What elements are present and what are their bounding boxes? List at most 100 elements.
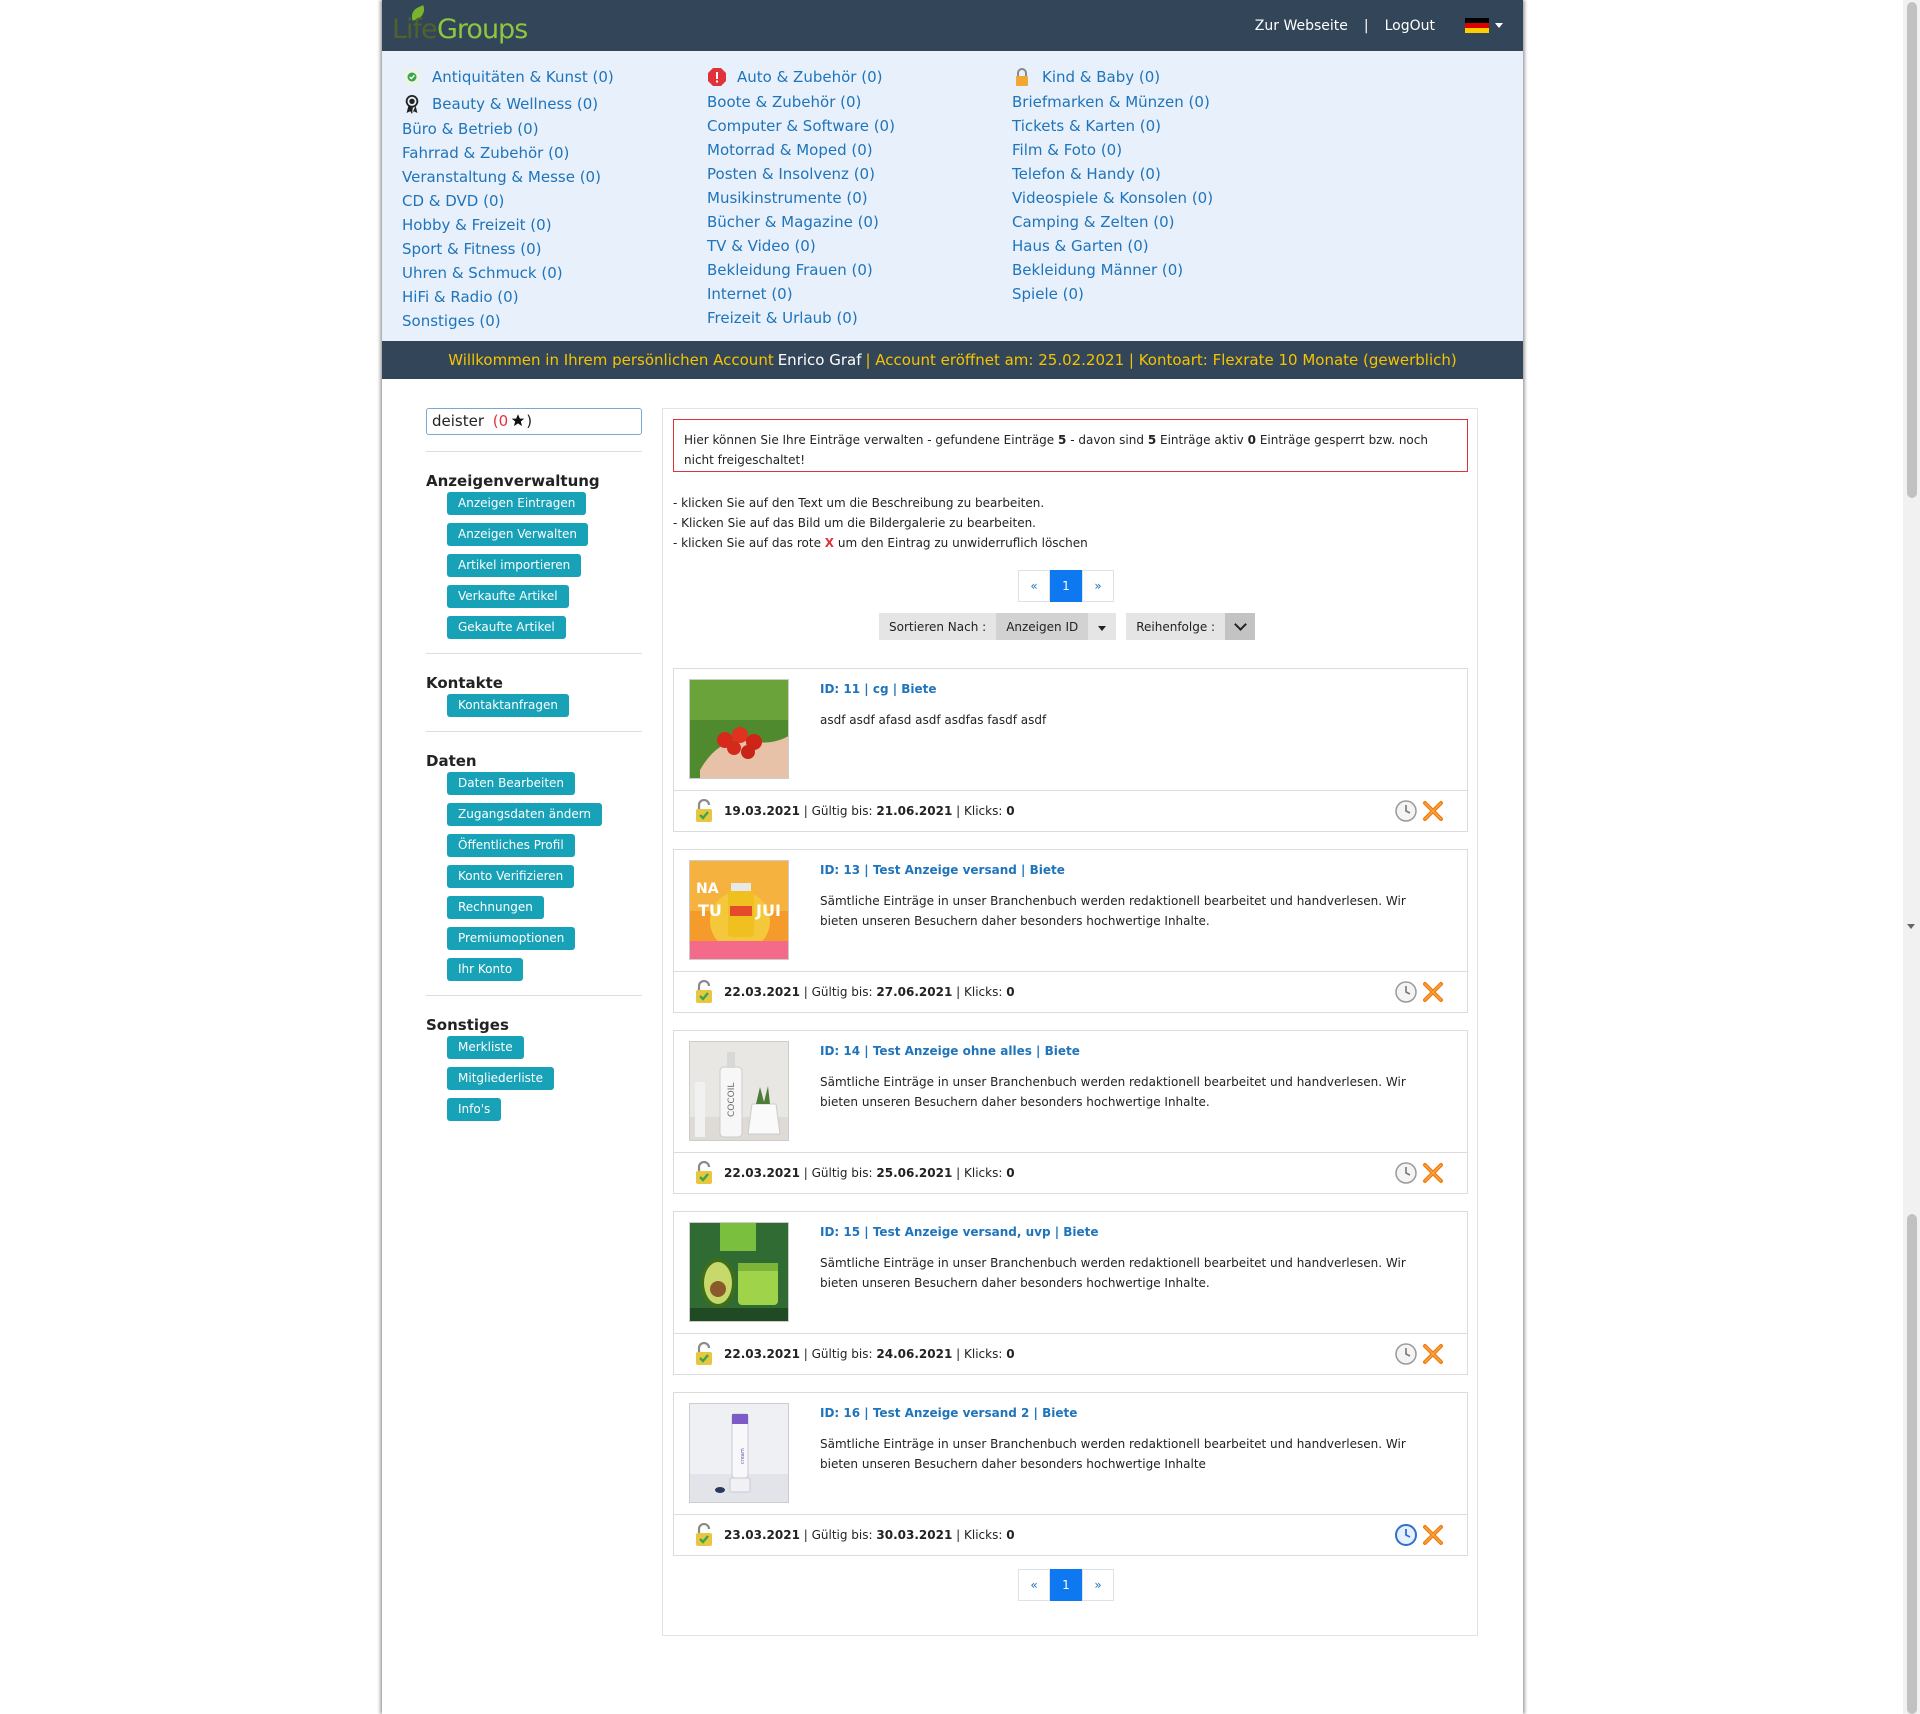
category-link[interactable]: Motorrad & Moped (0) <box>707 138 895 162</box>
scroll-thumb-lower[interactable] <box>1907 1214 1917 1714</box>
clock-icon[interactable] <box>1394 980 1418 1004</box>
sidebar-button[interactable]: Ihr Konto <box>447 958 524 981</box>
category-label: Sonstiges (0) <box>402 312 501 330</box>
category-link[interactable]: CD & DVD (0) <box>402 189 614 213</box>
category-link[interactable]: Film & Foto (0) <box>1012 138 1213 162</box>
delete-x-icon[interactable] <box>1421 799 1445 823</box>
category-link[interactable]: Tickets & Karten (0) <box>1012 114 1213 138</box>
page-prev-button[interactable]: « <box>1018 1569 1050 1601</box>
category-link[interactable]: Musikinstrumente (0) <box>707 186 895 210</box>
listing-description[interactable]: Sämtliche Einträge in unser Branchenbuch… <box>820 891 1440 931</box>
category-link[interactable]: HiFi & Radio (0) <box>402 285 614 309</box>
category-link[interactable]: Büro & Betrieb (0) <box>402 117 614 141</box>
category-link[interactable]: Computer & Software (0) <box>707 114 895 138</box>
listing-thumbnail[interactable]: NA TU JUI <box>689 860 789 960</box>
valid-label: Gültig bis: <box>811 1528 873 1542</box>
website-link[interactable]: Zur Webseite <box>1255 18 1348 34</box>
category-link[interactable]: Boote & Zubehör (0) <box>707 90 895 114</box>
listing-title[interactable]: ID: 11 | cg | Biete <box>820 682 937 696</box>
category-link[interactable]: Sonstiges (0) <box>402 309 614 333</box>
listing-title[interactable]: ID: 13 | Test Anzeige versand | Biete <box>820 863 1065 877</box>
listing-title[interactable]: ID: 15 | Test Anzeige versand, uvp | Bie… <box>820 1225 1099 1239</box>
category-link[interactable]: Telefon & Handy (0) <box>1012 162 1213 186</box>
sidebar-button[interactable]: Öffentliches Profil <box>447 834 575 857</box>
category-label: Boote & Zubehör (0) <box>707 93 862 111</box>
category-label: Tickets & Karten (0) <box>1012 117 1161 135</box>
category-link[interactable]: Camping & Zelten (0) <box>1012 210 1213 234</box>
category-link[interactable]: Bücher & Magazine (0) <box>707 210 895 234</box>
sidebar-button[interactable]: Konto Verifizieren <box>447 865 575 888</box>
category-link[interactable]: Fahrrad & Zubehör (0) <box>402 141 614 165</box>
listing-thumbnail[interactable] <box>689 1222 789 1322</box>
category-link[interactable]: Internet (0) <box>707 282 895 306</box>
page-next-button[interactable]: » <box>1082 1569 1114 1601</box>
pagination-bottom: « 1 » <box>1018 1569 1114 1601</box>
category-link[interactable]: Posten & Insolvenz (0) <box>707 162 895 186</box>
sidebar-button[interactable]: Artikel importieren <box>447 554 582 577</box>
category-link[interactable]: Antiquitäten & Kunst (0) <box>402 63 614 90</box>
delete-x-icon[interactable] <box>1421 980 1445 1004</box>
page-next-button[interactable]: » <box>1082 570 1114 602</box>
german-flag-icon[interactable] <box>1465 17 1489 34</box>
category-link[interactable]: Haus & Garten (0) <box>1012 234 1213 258</box>
clock-icon[interactable] <box>1394 1523 1418 1547</box>
category-link[interactable]: TV & Video (0) <box>707 234 895 258</box>
category-link[interactable]: Beauty & Wellness (0) <box>402 90 614 117</box>
sort-caret-icon[interactable] <box>1088 613 1117 640</box>
sidebar-button[interactable]: Mitgliederliste <box>447 1067 555 1090</box>
sort-select[interactable]: Anzeigen ID <box>996 613 1089 640</box>
sidebar-button[interactable]: Anzeigen Verwalten <box>447 523 589 546</box>
sidebar-button[interactable]: Info's <box>447 1098 502 1121</box>
scroll-down-arrow-icon[interactable] <box>1907 924 1915 929</box>
category-link[interactable]: Sport & Fitness (0) <box>402 237 614 261</box>
delete-x-icon[interactable] <box>1421 1342 1445 1366</box>
sidebar-button[interactable]: Premiumoptionen <box>447 927 576 950</box>
logo[interactable]: Life Groups <box>388 5 528 46</box>
page-prev-button[interactable]: « <box>1018 570 1050 602</box>
category-link[interactable]: Videospiele & Konsolen (0) <box>1012 186 1213 210</box>
sidebar-button[interactable]: Rechnungen <box>447 896 544 919</box>
scroll-thumb[interactable] <box>1907 2 1917 498</box>
sidebar-button[interactable]: Gekaufte Artikel <box>447 616 566 639</box>
chevron-down-icon[interactable] <box>1495 23 1503 28</box>
category-link[interactable]: Veranstaltung & Messe (0) <box>402 165 614 189</box>
category-link[interactable]: Uhren & Schmuck (0) <box>402 261 614 285</box>
category-link[interactable]: Hobby & Freizeit (0) <box>402 213 614 237</box>
listing-title[interactable]: ID: 16 | Test Anzeige versand 2 | Biete <box>820 1406 1077 1420</box>
category-link[interactable]: Bekleidung Männer (0) <box>1012 258 1213 282</box>
sidebar-button[interactable]: Kontaktanfragen <box>447 694 570 717</box>
listing-thumbnail[interactable]: COCOIL <box>689 1041 789 1141</box>
category-link[interactable]: Spiele (0) <box>1012 282 1213 306</box>
listing-description[interactable]: Sämtliche Einträge in unser Branchenbuch… <box>820 1434 1440 1474</box>
category-link[interactable]: Auto & Zubehör (0) <box>707 63 895 90</box>
sidebar-button[interactable]: Anzeigen Eintragen <box>447 492 587 515</box>
page-1-button[interactable]: 1 <box>1050 570 1082 602</box>
clock-icon[interactable] <box>1394 1161 1418 1185</box>
order-chevron-icon[interactable] <box>1225 613 1256 640</box>
listing-description[interactable]: asdf asdf afasd asdf asdfas fasdf asdf <box>820 710 1440 730</box>
listing-description[interactable]: Sämtliche Einträge in unser Branchenbuch… <box>820 1253 1440 1293</box>
sidebar-button[interactable]: Daten Bearbeiten <box>447 772 576 795</box>
page-1-button[interactable]: 1 <box>1050 1569 1082 1601</box>
clock-icon[interactable] <box>1394 799 1418 823</box>
category-label: Videospiele & Konsolen (0) <box>1012 189 1214 207</box>
clicks-label: Klicks: <box>963 804 1003 818</box>
listing-thumbnail[interactable] <box>689 679 789 779</box>
sidebar-button[interactable]: Merkliste <box>447 1036 524 1059</box>
clock-icon[interactable] <box>1394 1342 1418 1366</box>
category-link[interactable]: Kind & Baby (0) <box>1012 63 1213 90</box>
listing-title[interactable]: ID: 14 | Test Anzeige ohne alles | Biete <box>820 1044 1080 1058</box>
scrollbar[interactable] <box>1903 0 1920 1714</box>
delete-x-icon[interactable] <box>1421 1523 1445 1547</box>
logout-link[interactable]: LogOut <box>1385 18 1435 34</box>
sidebar-button[interactable]: Zugangsdaten ändern <box>447 803 603 826</box>
category-link[interactable]: Bekleidung Frauen (0) <box>707 258 895 282</box>
listing-thumbnail[interactable]: cream <box>689 1403 789 1503</box>
listing-description[interactable]: Sämtliche Einträge in unser Branchenbuch… <box>820 1072 1440 1112</box>
sidebar-button-row: Info's <box>426 1098 642 1121</box>
delete-x-icon[interactable] <box>1421 1161 1445 1185</box>
category-link[interactable]: Freizeit & Urlaub (0) <box>707 306 895 330</box>
user-rating-box[interactable]: deister (0) <box>426 408 642 435</box>
category-link[interactable]: Briefmarken & Münzen (0) <box>1012 90 1213 114</box>
sidebar-button[interactable]: Verkaufte Artikel <box>447 585 569 608</box>
